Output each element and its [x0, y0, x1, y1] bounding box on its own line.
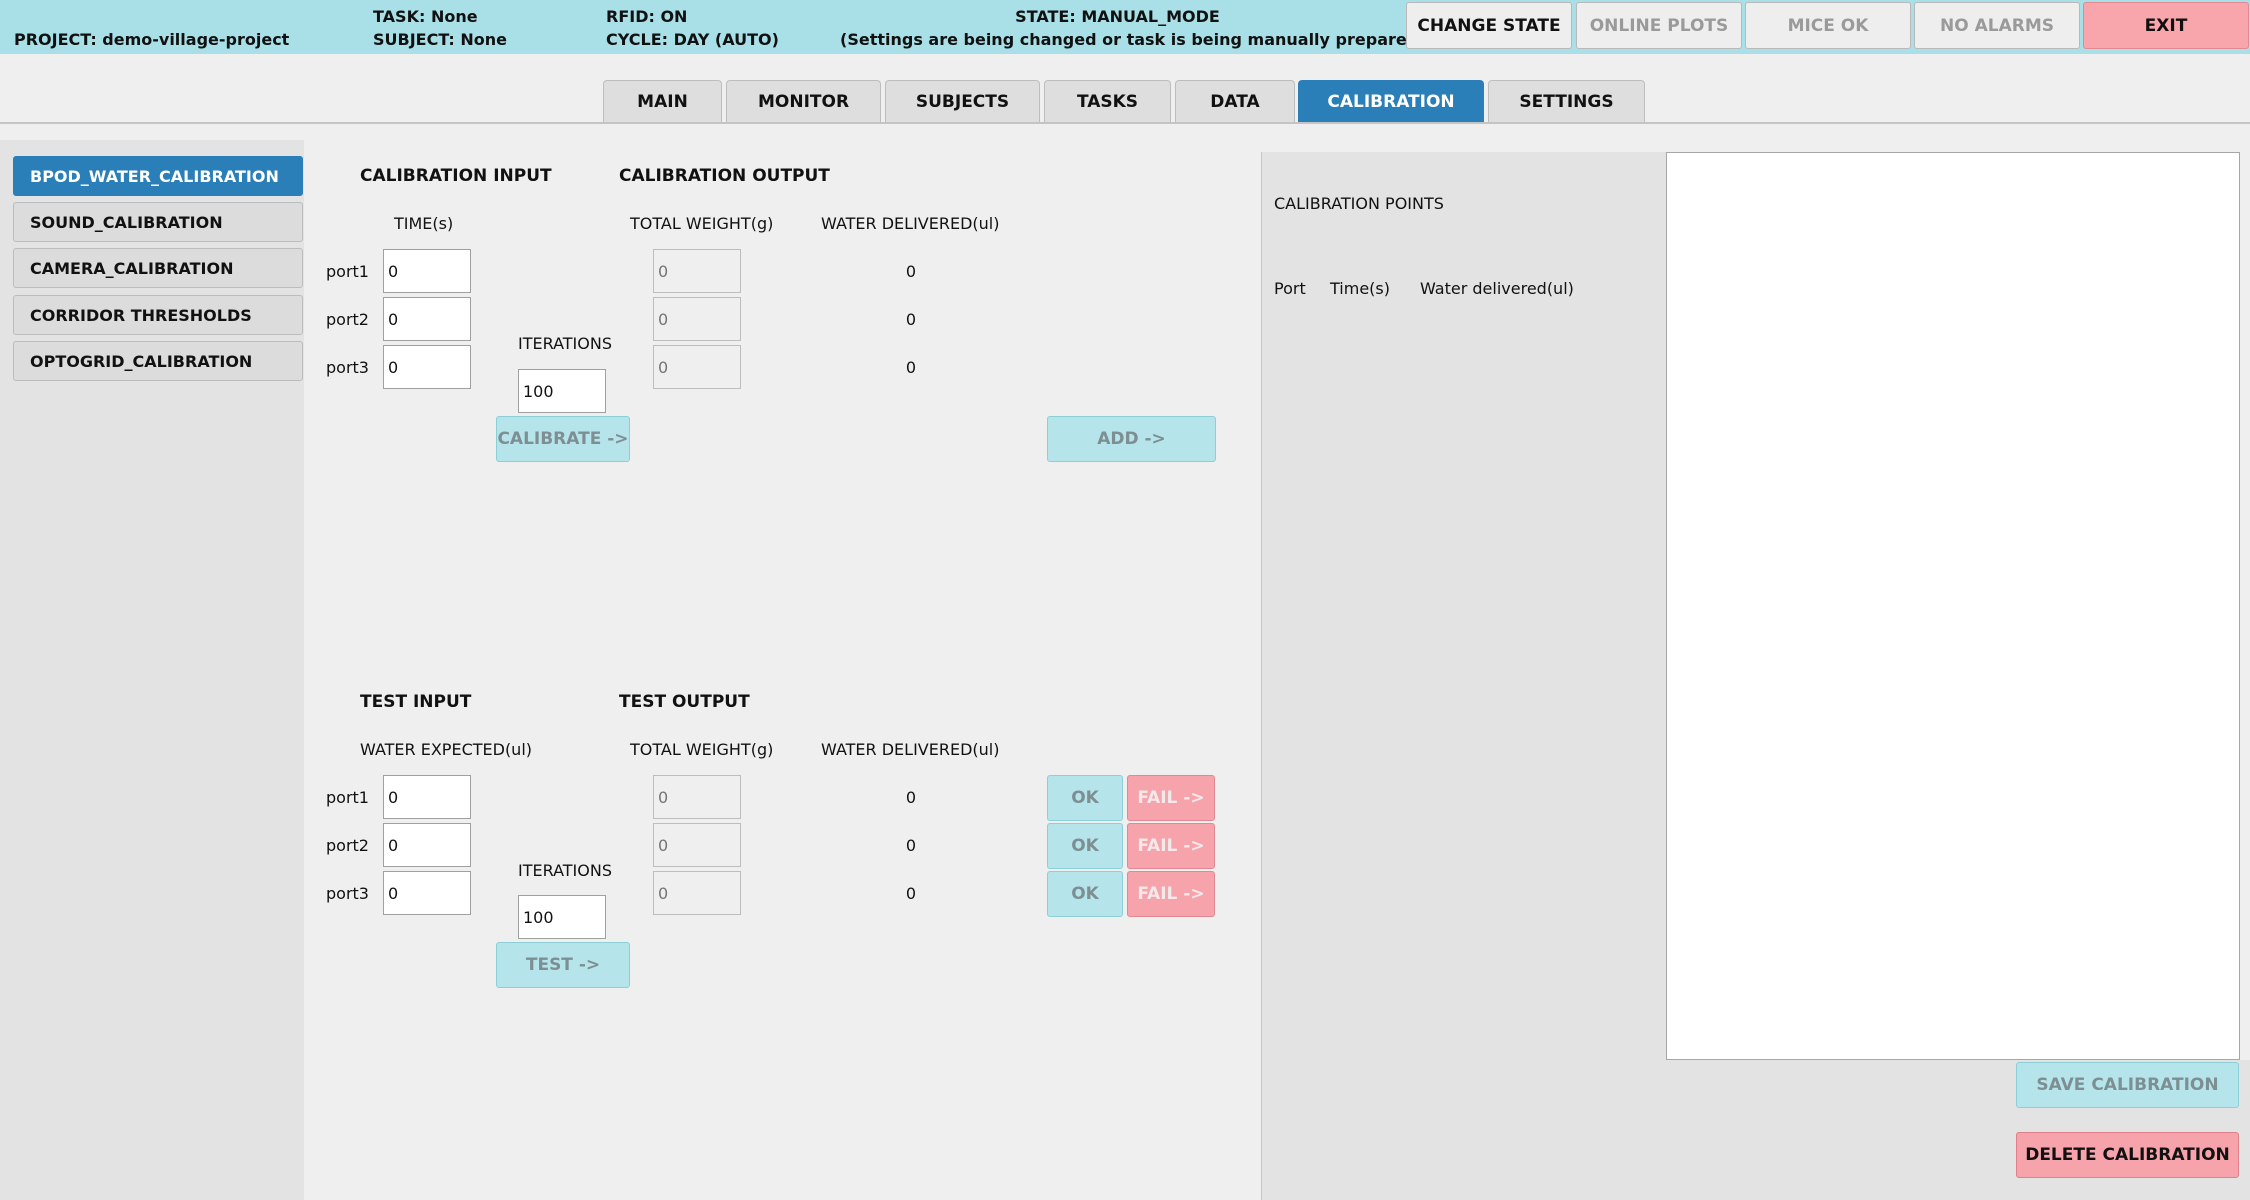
test-ok-port1-button[interactable]: OK	[1047, 775, 1123, 821]
total-weight-column-label: TOTAL WEIGHT(g)	[630, 214, 774, 233]
state-status: STATE: MANUAL_MODE	[1015, 7, 1220, 26]
port-label: port3	[326, 358, 369, 377]
change-state-button[interactable]: CHANGE STATE	[1406, 2, 1572, 49]
state-note: (Settings are being changed or task is b…	[840, 30, 1426, 49]
calibration-delivered-port1-value: 0	[905, 262, 917, 281]
calibration-time-port1-input[interactable]	[383, 249, 471, 293]
test-fail-port1-button[interactable]: FAIL ->	[1127, 775, 1215, 821]
test-expected-port1-input[interactable]	[383, 775, 471, 819]
test-iterations-label: ITERATIONS	[518, 861, 612, 880]
points-column-time: Time(s)	[1330, 279, 1390, 298]
port-label: port3	[326, 884, 369, 903]
test-output-header: TEST OUTPUT	[619, 692, 750, 712]
port-label: port2	[326, 310, 369, 329]
menu-optogrid-calibration[interactable]: OPTOGRID_CALIBRATION	[13, 341, 303, 381]
points-column-port: Port	[1274, 279, 1306, 298]
no-alarms-button[interactable]: NO ALARMS	[1914, 2, 2080, 49]
calibration-points-title: CALIBRATION POINTS	[1274, 194, 1444, 213]
online-plots-button[interactable]: ONLINE PLOTS	[1576, 2, 1742, 49]
menu-bpod-water-calibration[interactable]: BPOD_WATER_CALIBRATION	[13, 156, 303, 196]
tab-calibration[interactable]: CALIBRATION	[1298, 80, 1484, 122]
rfid-status: RFID: ON	[606, 7, 688, 26]
tab-tasks[interactable]: TASKS	[1044, 80, 1171, 122]
calibration-delivered-port3-value: 0	[905, 358, 917, 377]
calibration-delivered-port2-value: 0	[905, 310, 917, 329]
save-calibration-button[interactable]: SAVE CALIBRATION	[2016, 1062, 2239, 1108]
calibration-iterations-input[interactable]	[518, 369, 606, 413]
calibration-time-port2-input[interactable]	[383, 297, 471, 341]
test-water-delivered-column-label: WATER DELIVERED(ul)	[821, 740, 1000, 759]
exit-button[interactable]: EXIT	[2083, 2, 2249, 49]
test-weight-port2-input[interactable]	[653, 823, 741, 867]
calibration-weight-port1-input[interactable]	[653, 249, 741, 293]
iterations-label: ITERATIONS	[518, 334, 612, 353]
port-label: port2	[326, 836, 369, 855]
menu-corridor-thresholds[interactable]: CORRIDOR THRESHOLDS	[13, 295, 303, 335]
test-weight-port3-input[interactable]	[653, 871, 741, 915]
tab-data[interactable]: DATA	[1175, 80, 1295, 122]
task-status: TASK: None	[373, 7, 478, 26]
test-expected-port2-input[interactable]	[383, 823, 471, 867]
test-iterations-input[interactable]	[518, 895, 606, 939]
test-button[interactable]: TEST ->	[496, 942, 630, 988]
test-total-weight-column-label: TOTAL WEIGHT(g)	[630, 740, 774, 759]
tab-monitor[interactable]: MONITOR	[726, 80, 881, 122]
calibration-input-header: CALIBRATION INPUT	[360, 166, 552, 186]
test-fail-port2-button[interactable]: FAIL ->	[1127, 823, 1215, 869]
test-delivered-port3-value: 0	[905, 884, 917, 903]
water-expected-column-label: WATER EXPECTED(ul)	[360, 740, 533, 759]
calibration-plot-area	[1666, 152, 2240, 1060]
calibration-actions-panel: SAVE CALIBRATION DELETE CALIBRATION	[1666, 1060, 2250, 1200]
water-delivered-column-label: WATER DELIVERED(ul)	[821, 214, 1000, 233]
mice-ok-button[interactable]: MICE OK	[1745, 2, 1911, 49]
tab-subjects[interactable]: SUBJECTS	[885, 80, 1040, 122]
test-ok-port3-button[interactable]: OK	[1047, 871, 1123, 917]
calibration-time-port3-input[interactable]	[383, 345, 471, 389]
calibration-points-panel: CALIBRATION POINTS Port Time(s) Water de…	[1261, 152, 1666, 1200]
calibration-weight-port3-input[interactable]	[653, 345, 741, 389]
add-point-button[interactable]: ADD ->	[1047, 416, 1216, 462]
delete-calibration-button[interactable]: DELETE CALIBRATION	[2016, 1132, 2239, 1178]
test-fail-port3-button[interactable]: FAIL ->	[1127, 871, 1215, 917]
project-status: PROJECT: demo-village-project	[14, 30, 290, 49]
test-input-header: TEST INPUT	[360, 692, 472, 712]
status-bar: PROJECT: demo-village-project TASK: None…	[0, 0, 2250, 54]
time-column-label: TIME(s)	[394, 214, 454, 233]
calibrate-button[interactable]: CALIBRATE ->	[496, 416, 630, 462]
tab-divider	[0, 122, 2250, 124]
test-delivered-port1-value: 0	[905, 788, 917, 807]
menu-sound-calibration[interactable]: SOUND_CALIBRATION	[13, 202, 303, 242]
test-delivered-port2-value: 0	[905, 836, 917, 855]
test-ok-port2-button[interactable]: OK	[1047, 823, 1123, 869]
calibration-weight-port2-input[interactable]	[653, 297, 741, 341]
test-weight-port1-input[interactable]	[653, 775, 741, 819]
test-expected-port3-input[interactable]	[383, 871, 471, 915]
subject-status: SUBJECT: None	[373, 30, 507, 49]
calibration-output-header: CALIBRATION OUTPUT	[619, 166, 830, 186]
port-label: port1	[326, 788, 369, 807]
tab-settings[interactable]: SETTINGS	[1488, 80, 1645, 122]
port-label: port1	[326, 262, 369, 281]
menu-camera-calibration[interactable]: CAMERA_CALIBRATION	[13, 248, 303, 288]
points-column-water-delivered: Water delivered(ul)	[1420, 279, 1574, 298]
cycle-status: CYCLE: DAY (AUTO)	[606, 30, 779, 49]
tab-main[interactable]: MAIN	[603, 80, 722, 122]
